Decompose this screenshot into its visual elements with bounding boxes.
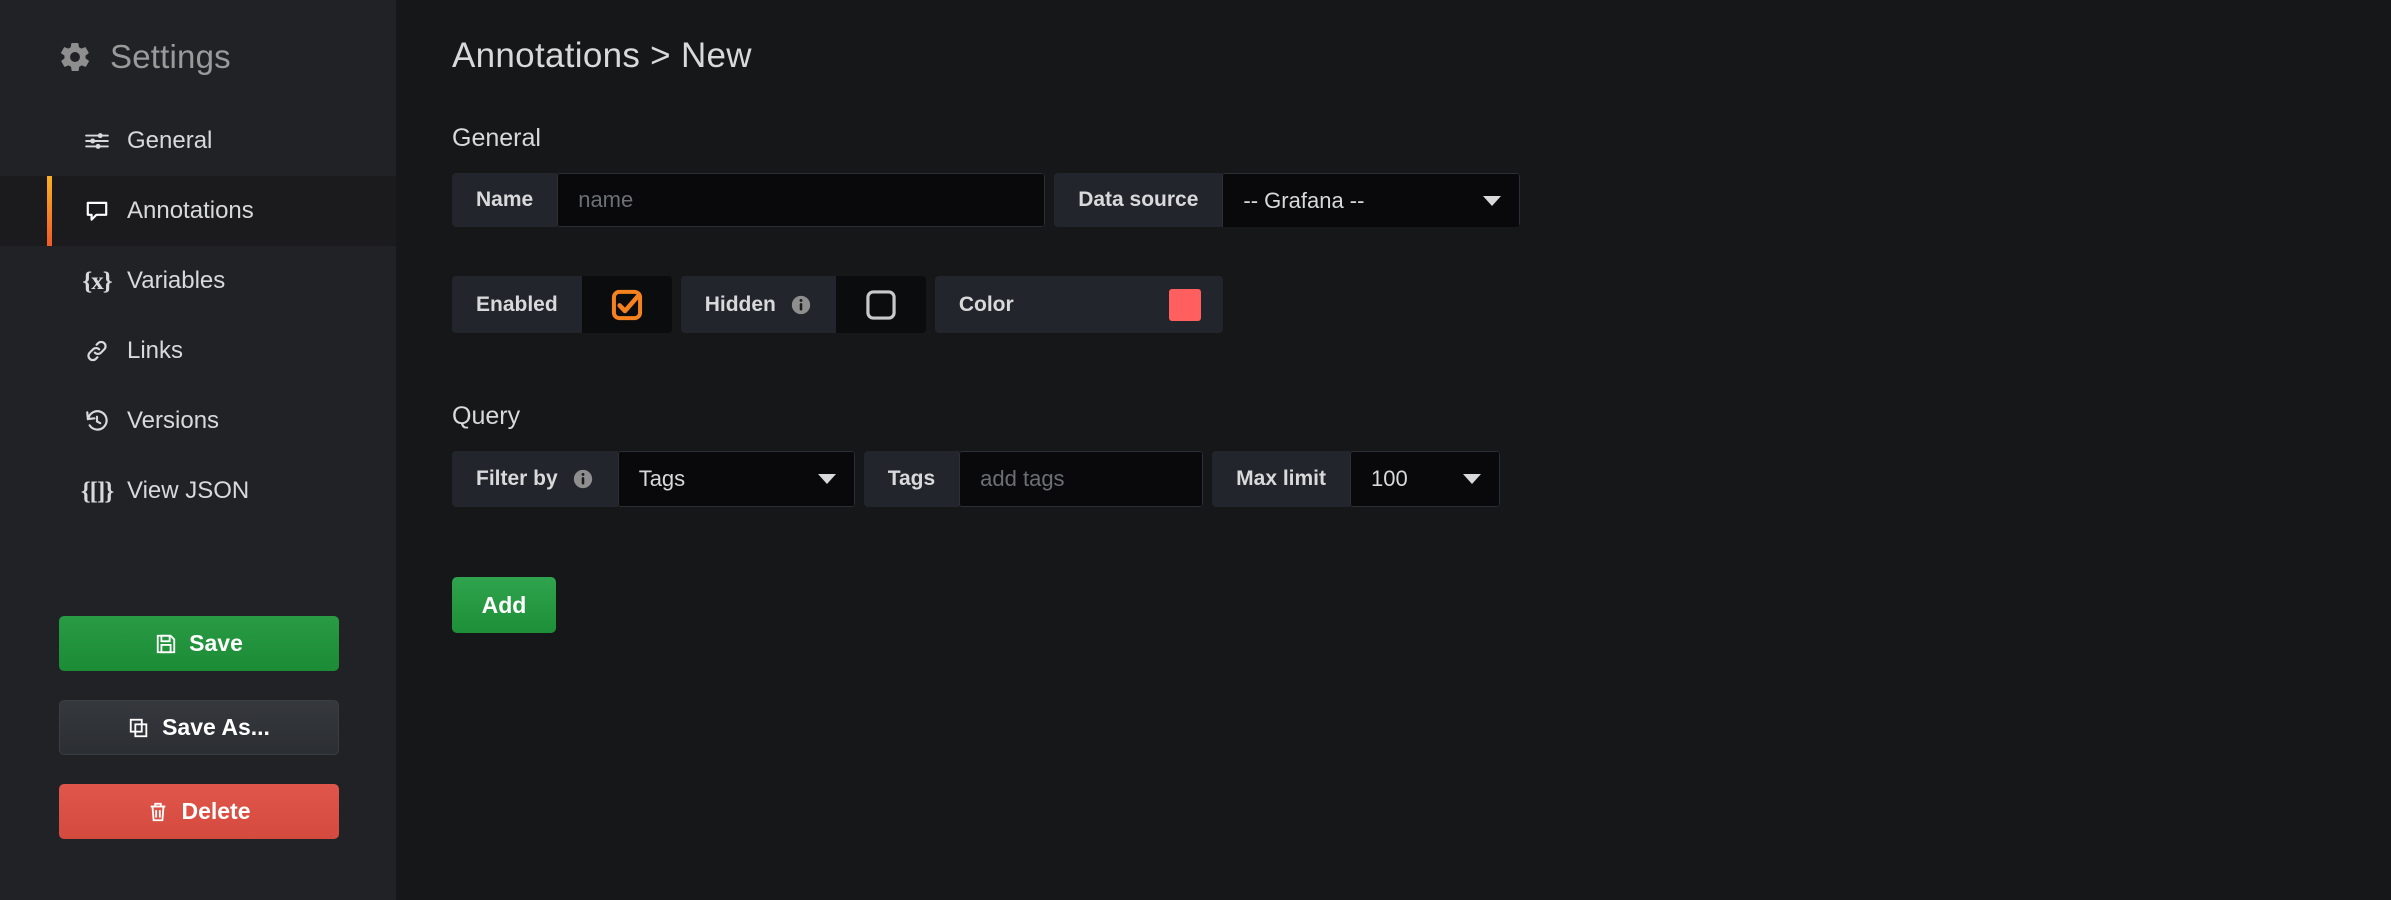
sidebar-item-label: Annotations (127, 199, 254, 223)
history-icon (83, 407, 111, 435)
color-field-group: Color (935, 276, 1223, 333)
sliders-icon (83, 127, 111, 155)
settings-page: Settings General (0, 0, 2391, 900)
general-row-name: Name Data source -- Grafana -- (452, 173, 2391, 227)
info-icon[interactable] (572, 468, 594, 490)
save-button[interactable]: Save (59, 616, 339, 671)
enabled-label: Enabled (452, 276, 582, 333)
datasource-select[interactable]: -- Grafana -- (1222, 173, 1520, 227)
sidebar-title: Settings (110, 38, 231, 76)
tags-field-group: Tags (864, 451, 1203, 507)
filter-by-label: Filter by (476, 467, 558, 491)
hidden-label-wrap: Hidden (681, 276, 836, 333)
sidebar-item-general[interactable]: General (0, 106, 396, 176)
general-row-toggles: Enabled Hidden (452, 276, 2391, 333)
add-button-wrap: Add (452, 577, 2391, 633)
hidden-checkbox[interactable] (836, 276, 926, 333)
chevron-down-icon (1463, 474, 1481, 484)
color-label: Color (935, 276, 1147, 333)
datasource-label: Data source (1054, 173, 1222, 227)
sidebar-item-label: General (127, 129, 212, 153)
sidebar-item-label: Links (127, 339, 183, 363)
filter-by-field-group: Filter by Tags (452, 451, 855, 507)
query-section-title: Query (452, 402, 2391, 431)
sidebar-item-variables[interactable]: {x} Variables (0, 246, 396, 316)
trash-icon (147, 801, 169, 823)
sidebar-item-label: Versions (127, 409, 219, 433)
chevron-down-icon (818, 474, 836, 484)
checkbox-unchecked-icon (865, 289, 897, 321)
name-field-group: Name (452, 173, 1045, 227)
sidebar-item-links[interactable]: Links (0, 316, 396, 386)
checkbox-checked-icon (611, 289, 643, 321)
sidebar-header: Settings (0, 26, 396, 88)
datasource-select-value: -- Grafana -- (1243, 188, 1364, 214)
name-input[interactable] (557, 173, 1045, 227)
enabled-field-group: Enabled (452, 276, 672, 333)
delete-button-label: Delete (181, 798, 250, 825)
comment-icon (83, 197, 111, 225)
settings-sidebar: Settings General (0, 0, 396, 900)
json-icon: {[]} (83, 477, 111, 505)
floppy-disk-icon (155, 633, 177, 655)
name-label: Name (452, 173, 557, 227)
filter-by-select-value: Tags (639, 466, 685, 492)
max-limit-field-group: Max limit 100 (1212, 451, 1500, 507)
save-button-label: Save (189, 630, 243, 657)
chevron-down-icon (1483, 196, 1501, 206)
enabled-checkbox[interactable] (582, 276, 672, 333)
query-section: Query Filter by Ta (452, 402, 2391, 507)
settings-nav: General Annotations {x} Variables (0, 106, 396, 526)
save-as-button[interactable]: Save As... (59, 700, 339, 755)
gear-icon (58, 40, 92, 74)
info-icon[interactable] (790, 294, 812, 316)
general-section-title: General (452, 124, 2391, 153)
link-icon (83, 337, 111, 365)
hidden-field-group: Hidden (681, 276, 926, 333)
query-row: Filter by Tags (452, 451, 2391, 507)
sidebar-item-view-json[interactable]: {[]} View JSON (0, 456, 396, 526)
filter-by-label-wrap: Filter by (452, 451, 618, 507)
sidebar-item-versions[interactable]: Versions (0, 386, 396, 456)
filter-by-select[interactable]: Tags (618, 451, 855, 507)
delete-button[interactable]: Delete (59, 784, 339, 839)
color-swatch (1169, 289, 1201, 321)
sidebar-item-annotations[interactable]: Annotations (0, 176, 396, 246)
copy-icon (128, 717, 150, 739)
tags-label: Tags (864, 451, 959, 507)
sidebar-actions: Save Save As... Delete (59, 616, 339, 868)
hidden-label: Hidden (705, 293, 776, 317)
max-limit-select-value: 100 (1371, 466, 1408, 492)
sidebar-item-label: Variables (127, 269, 225, 293)
variable-icon: {x} (83, 267, 111, 295)
datasource-field-group: Data source -- Grafana -- (1054, 173, 1520, 227)
tags-input[interactable] (959, 451, 1203, 507)
add-button[interactable]: Add (452, 577, 556, 633)
sidebar-item-label: View JSON (127, 479, 249, 503)
max-limit-select[interactable]: 100 (1350, 451, 1500, 507)
max-limit-label: Max limit (1212, 451, 1350, 507)
color-picker[interactable] (1147, 276, 1223, 333)
main-content: Annotations > New General Name Data sour… (396, 0, 2391, 900)
page-title: Annotations > New (452, 36, 2391, 76)
save-as-button-label: Save As... (162, 714, 270, 741)
